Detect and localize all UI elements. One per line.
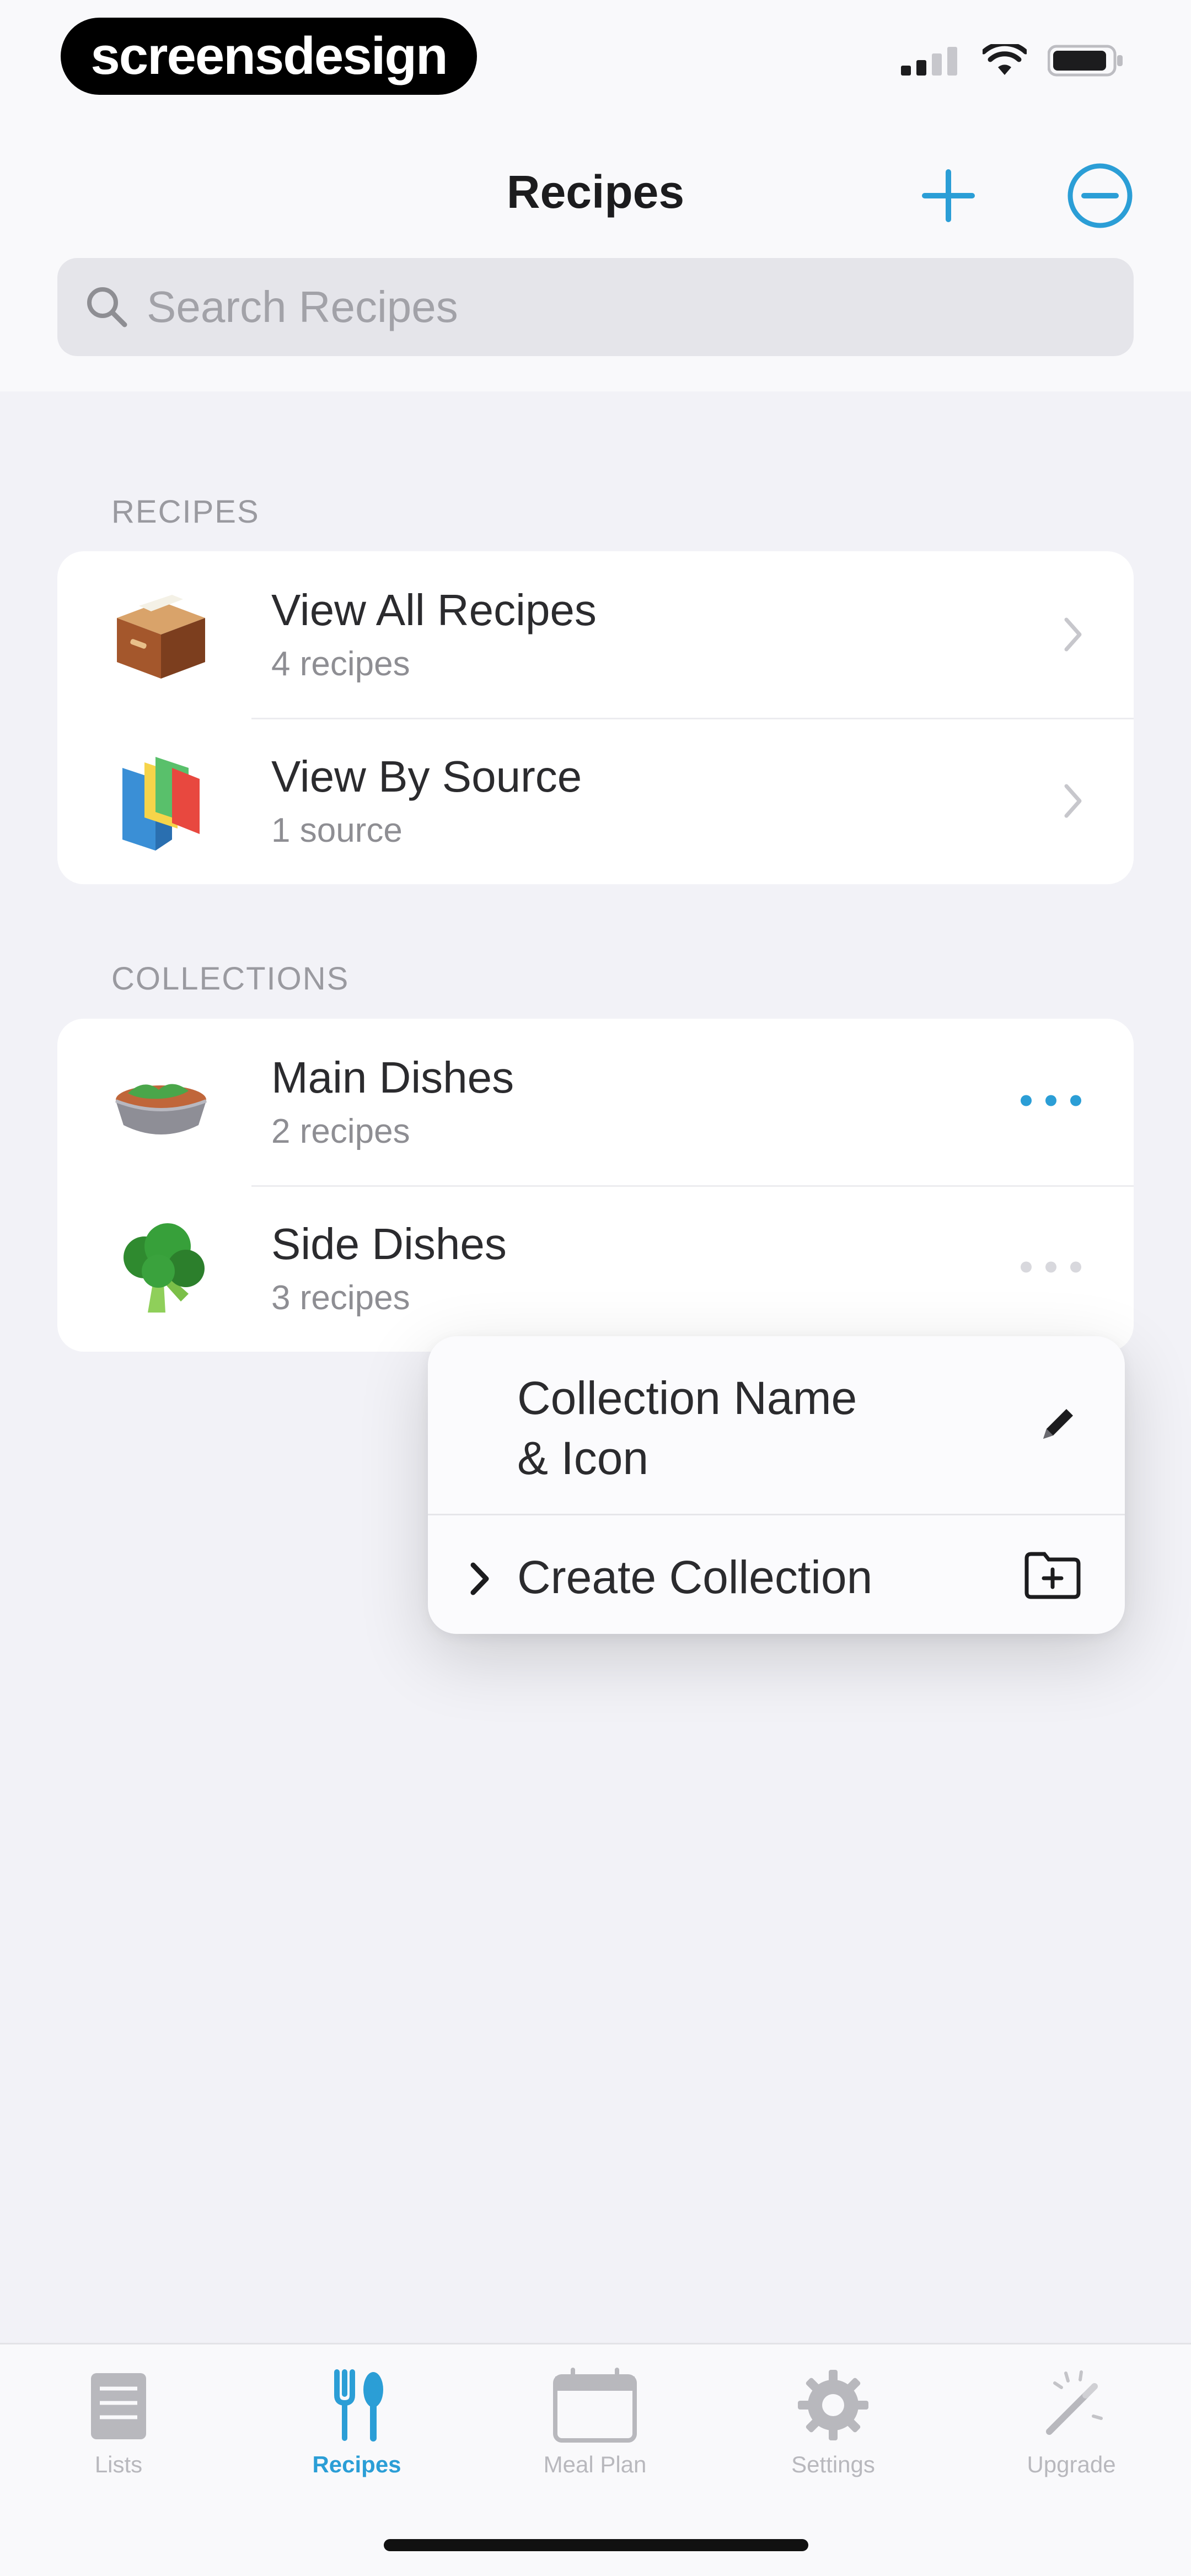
tab-label: Lists [94,2451,143,2477]
signal-icon [901,47,957,76]
tab-meal-plan[interactable]: Meal Plan [476,2367,713,2478]
row-title: View All Recipes [271,585,597,634]
fork-spoon-icon [334,2369,383,2441]
edit-button[interactable] [1064,160,1136,232]
wifi-icon [983,44,1027,75]
edit-collection-name-menu-item[interactable]: Collection Name & Icon [428,1336,1125,1514]
collections-section-header: COLLECTIONS [111,961,350,997]
brand-text: screensdesign [90,26,448,85]
view-all-recipes-text: View All Recipes 4 recipes [271,585,597,684]
tab-label: Meal Plan [543,2451,647,2477]
recipes-section-header: RECIPES [111,494,260,530]
menu-item-label: Create Collection [517,1551,873,1603]
menu-item-label-line1: Collection Name [517,1372,857,1424]
minus-circle-icon [1067,163,1133,228]
search-bar[interactable] [57,258,1134,356]
tab-settings[interactable]: Settings [715,2367,952,2478]
pencil-icon [1043,1409,1073,1439]
list-icon [91,2373,146,2439]
row-subtitle: 2 recipes [271,1112,410,1150]
chevron-right-icon [1064,617,1082,652]
main-dishes-text: Main Dishes 2 recipes [271,1053,514,1151]
ellipsis-icon [1021,1095,1081,1106]
bowl-icon [115,1084,207,1134]
more-options-button[interactable] [1018,1259,1084,1278]
plus-icon [922,169,975,222]
more-options-button[interactable] [1018,1093,1084,1112]
side-dishes-row[interactable]: Side Dishes 3 recipes [57,1185,1134,1352]
books-icon [122,757,200,851]
recipes-card: View All Recipes 4 recipes View By Sourc… [57,551,1134,884]
main-dishes-row[interactable]: Main Dishes 2 recipes [57,1019,1134,1185]
search-icon [87,287,127,327]
chevron-right-icon [470,1562,489,1595]
view-all-recipes-row[interactable]: View All Recipes 4 recipes [57,551,1134,718]
view-by-source-text: View By Source 1 source [271,752,582,850]
gear-icon [798,2370,868,2440]
collections-card: Main Dishes 2 recipes Side Dishes 3 reci… [57,1019,1134,1352]
row-title: Main Dishes [271,1052,514,1102]
tab-label: Recipes [312,2451,401,2477]
view-by-source-row[interactable]: View By Source 1 source [57,718,1134,884]
broccoli-icon [124,1223,205,1313]
tab-recipes[interactable]: Recipes [238,2367,475,2478]
row-subtitle: 1 source [271,811,403,849]
tab-upgrade[interactable]: Upgrade [953,2367,1190,2478]
tab-label: Settings [791,2451,875,2477]
brand-watermark: screensdesign [61,18,477,95]
status-icons [901,44,1125,77]
add-recipe-button[interactable] [913,160,984,232]
battery-icon [1048,45,1123,77]
page-title: Recipes [506,166,685,218]
menu-item-label: Collection Name & Icon [517,1368,857,1488]
tab-label: Upgrade [1027,2451,1116,2477]
home-indicator [384,2539,808,2551]
magic-wand-icon [1046,2370,1103,2435]
side-dishes-text: Side Dishes 3 recipes [271,1219,507,1317]
recipe-box-icon [117,595,205,679]
create-collection-menu-item[interactable]: Create Collection [428,1515,1125,1634]
row-title: Side Dishes [271,1219,507,1268]
row-subtitle: 3 recipes [271,1278,410,1317]
chevron-right-icon [1064,784,1082,818]
folder-plus-icon [1024,1552,1081,1599]
tab-lists[interactable]: Lists [0,2367,237,2478]
row-subtitle: 4 recipes [271,644,410,683]
ellipsis-icon [1021,1261,1081,1273]
context-menu: Collection Name & Icon Create Collection [428,1336,1125,1634]
row-title: View By Source [271,751,582,801]
menu-item-label-line2: & Icon [517,1432,649,1485]
calendar-icon [553,2368,637,2443]
search-input[interactable] [146,281,1030,333]
